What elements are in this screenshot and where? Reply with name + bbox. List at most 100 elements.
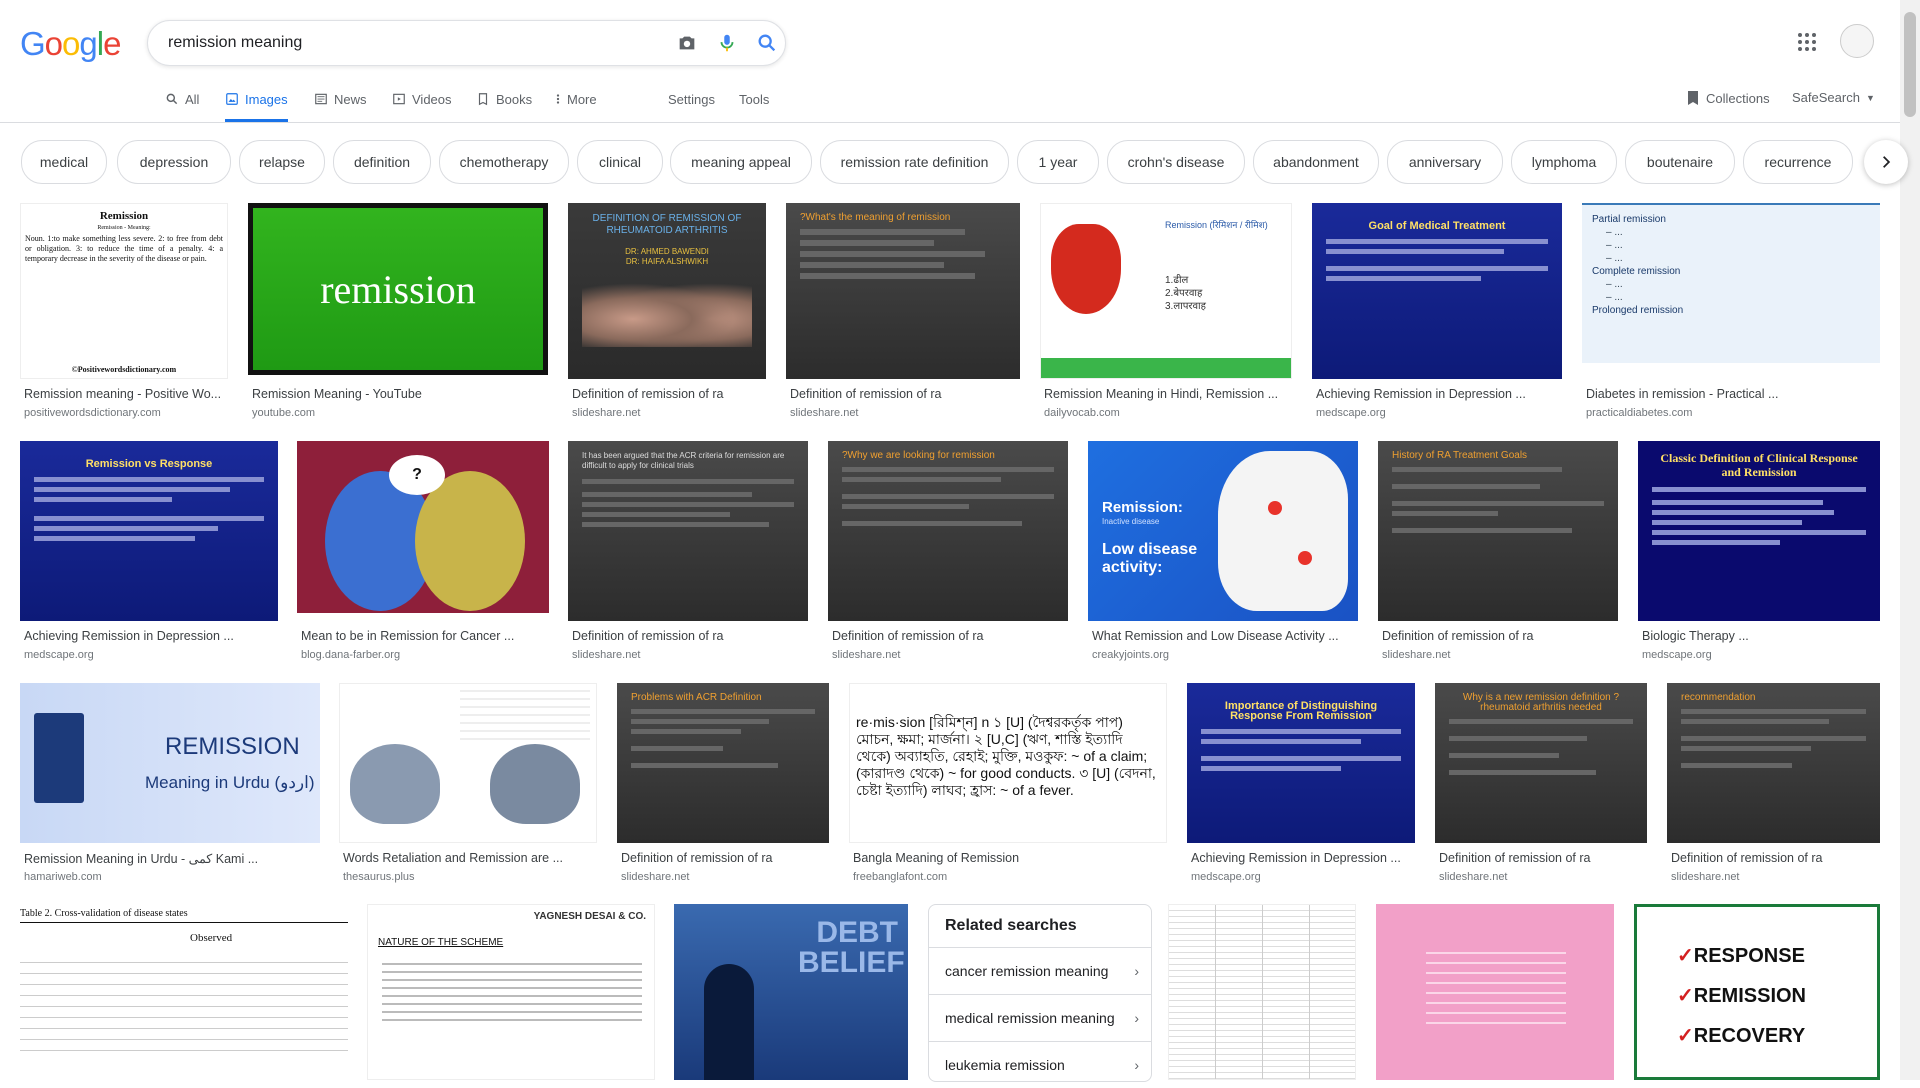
result-thumbnail[interactable]: Problems with ACR Definition: [617, 683, 829, 843]
result-thumbnail[interactable]: It has been argued that the ACR criteria…: [568, 441, 808, 621]
result-caption[interactable]: Diabetes in remission - Practical ...: [1586, 387, 1778, 401]
result-source[interactable]: medscape.org: [1316, 407, 1386, 419]
result-source[interactable]: slideshare.net: [572, 649, 641, 661]
chip-anniversary[interactable]: anniversary: [1387, 140, 1503, 184]
chip-remission-rate-definition[interactable]: remission rate definition: [820, 140, 1009, 184]
result-source[interactable]: slideshare.net: [1671, 871, 1740, 883]
chip-depression[interactable]: depression: [117, 140, 231, 184]
result-caption[interactable]: Achieving Remission in Depression ...: [24, 629, 234, 643]
result-source[interactable]: slideshare.net: [1382, 649, 1451, 661]
result-thumbnail[interactable]: YAGNESH DESAI & CO. NATURE OF THE SCHEME: [367, 904, 655, 1080]
result-caption[interactable]: Definition of remission of ra: [832, 629, 983, 643]
result-thumbnail[interactable]: recommendation: [1667, 683, 1880, 843]
result-thumbnail[interactable]: Why is a new remission definition ?rheum…: [1435, 683, 1647, 843]
result-source[interactable]: creakyjoints.org: [1092, 649, 1169, 661]
apps-grid-icon[interactable]: [1797, 32, 1817, 52]
result-caption[interactable]: Definition of remission of ra: [572, 387, 723, 401]
chip-relapse[interactable]: relapse: [239, 140, 325, 184]
result-caption[interactable]: Words Retaliation and Remission are ...: [343, 851, 563, 865]
result-source[interactable]: blog.dana-farber.org: [301, 649, 400, 661]
result-caption[interactable]: Definition of remission of ra: [1439, 851, 1590, 865]
result-source[interactable]: medscape.org: [1642, 649, 1712, 661]
result-thumbnail[interactable]: Partial remission – ... – ... – ... Comple…: [1582, 203, 1880, 363]
tab-news[interactable]: News: [314, 90, 367, 122]
tab-all[interactable]: All: [165, 90, 199, 122]
result-thumbnail[interactable]: DEFINITION OF REMISSION OF RHEUMATOID AR…: [568, 203, 766, 379]
result-thumbnail[interactable]: ?What's the meaning of remission: [786, 203, 1020, 379]
tab-videos[interactable]: Videos: [392, 90, 452, 122]
result-caption[interactable]: Remission Meaning in Hindi, Remission ..…: [1044, 387, 1278, 401]
result-source[interactable]: youtube.com: [252, 407, 315, 419]
result-thumbnail[interactable]: ?Why we are looking for remission: [828, 441, 1068, 621]
chip-crohns-disease[interactable]: crohn's disease: [1107, 140, 1245, 184]
google-logo[interactable]: Google: [20, 25, 121, 63]
search-icon[interactable]: [756, 32, 778, 54]
account-avatar[interactable]: [1840, 24, 1874, 58]
result-thumbnail[interactable]: [1376, 904, 1614, 1080]
result-thumbnail[interactable]: [1168, 904, 1356, 1080]
chip-medical[interactable]: medical: [21, 140, 107, 184]
settings-link[interactable]: Settings: [668, 90, 715, 122]
chip-1-year[interactable]: 1 year: [1017, 140, 1099, 184]
tab-images[interactable]: Images: [225, 90, 288, 122]
chip-definition[interactable]: definition: [333, 140, 431, 184]
safesearch-menu[interactable]: SafeSearch ▼: [1792, 90, 1875, 105]
chip-abandonment[interactable]: abandonment: [1253, 140, 1379, 184]
result-source[interactable]: thesaurus.plus: [343, 871, 415, 883]
result-source[interactable]: positivewordsdictionary.com: [24, 407, 161, 419]
result-source[interactable]: practicaldiabetes.com: [1586, 407, 1692, 419]
result-source[interactable]: slideshare.net: [621, 871, 690, 883]
result-source[interactable]: slideshare.net: [572, 407, 641, 419]
tab-books[interactable]: Books: [476, 90, 532, 122]
result-thumbnail[interactable]: Remission (रिमिशन / रीमिश) 1.ढील 2.बेपरवा…: [1040, 203, 1292, 379]
chip-lymphoma[interactable]: lymphoma: [1511, 140, 1617, 184]
result-caption[interactable]: Definition of remission of ra: [1382, 629, 1533, 643]
tab-more[interactable]: More: [555, 90, 597, 122]
result-caption[interactable]: Definition of remission of ra: [572, 629, 723, 643]
chip-meaning-appeal[interactable]: meaning appeal: [670, 140, 812, 184]
result-caption[interactable]: Remission Meaning - YouTube: [252, 387, 422, 401]
result-thumbnail[interactable]: REMISSION Meaning in Urdu (اردو): [20, 683, 320, 843]
search-input[interactable]: remission meaning: [168, 34, 302, 52]
related-search-item[interactable]: medical remission meaning ›: [929, 994, 1151, 1041]
result-caption[interactable]: Definition of remission of ra: [1671, 851, 1822, 865]
result-caption[interactable]: Achieving Remission in Depression ...: [1191, 851, 1401, 865]
result-caption[interactable]: Mean to be in Remission for Cancer ...: [301, 629, 514, 643]
search-box[interactable]: remission meaning: [147, 20, 786, 66]
chips-next-button[interactable]: [1864, 140, 1908, 184]
scrollbar-thumb[interactable]: [1904, 12, 1916, 117]
result-thumbnail[interactable]: [339, 683, 597, 843]
result-caption[interactable]: Remission Meaning in Urdu - کمی Kami ...: [24, 851, 258, 866]
result-source[interactable]: slideshare.net: [1439, 871, 1508, 883]
result-thumbnail[interactable]: remission: [248, 203, 548, 375]
related-search-item[interactable]: leukemia remission ›: [929, 1041, 1151, 1088]
chip-recurrence[interactable]: recurrence: [1743, 140, 1853, 184]
result-source[interactable]: medscape.org: [1191, 871, 1261, 883]
result-caption[interactable]: Achieving Remission in Depression ...: [1316, 387, 1526, 401]
result-thumbnail[interactable]: re·mis·sion [রিমিশ্‌ন] n ১ [U] (দৈশ্বরকর…: [849, 683, 1167, 843]
result-source[interactable]: slideshare.net: [832, 649, 901, 661]
result-thumbnail[interactable]: History of RA Treatment Goals: [1378, 441, 1618, 621]
result-source[interactable]: hamariweb.com: [24, 871, 102, 883]
result-thumbnail[interactable]: Remission Remission - Meaning: Noun. 1:t…: [20, 203, 228, 379]
result-caption[interactable]: Definition of remission of ra: [790, 387, 941, 401]
tools-link[interactable]: Tools: [739, 90, 769, 122]
camera-icon[interactable]: [676, 32, 698, 54]
chip-clinical[interactable]: clinical: [577, 140, 663, 184]
chip-chemotherapy[interactable]: chemotherapy: [439, 140, 569, 184]
result-thumbnail[interactable]: Importance of Distinguishing Response Fr…: [1187, 683, 1415, 843]
result-caption[interactable]: Remission meaning - Positive Wo...: [24, 387, 221, 401]
result-thumbnail[interactable]: Remission: Inactive disease Low disease …: [1088, 441, 1358, 621]
related-search-item[interactable]: cancer remission meaning ›: [929, 947, 1151, 994]
result-source[interactable]: slideshare.net: [790, 407, 859, 419]
chip-boutenaire[interactable]: boutenaire: [1625, 140, 1735, 184]
result-thumbnail[interactable]: ✓RESPONSE ✓REMISSION ✓RECOVERY: [1634, 904, 1880, 1080]
result-thumbnail[interactable]: Goal of Medical Treatment: [1312, 203, 1562, 379]
result-thumbnail[interactable]: Remission vs Response: [20, 441, 278, 621]
result-caption[interactable]: What Remission and Low Disease Activity …: [1092, 629, 1339, 643]
result-source[interactable]: freebanglafont.com: [853, 871, 947, 883]
result-thumbnail[interactable]: DEBT BELIEF: [674, 904, 908, 1080]
result-source[interactable]: dailyvocab.com: [1044, 407, 1120, 419]
microphone-icon[interactable]: [716, 32, 738, 54]
result-thumbnail[interactable]: Classic Definition of Clinical Response …: [1638, 441, 1880, 621]
